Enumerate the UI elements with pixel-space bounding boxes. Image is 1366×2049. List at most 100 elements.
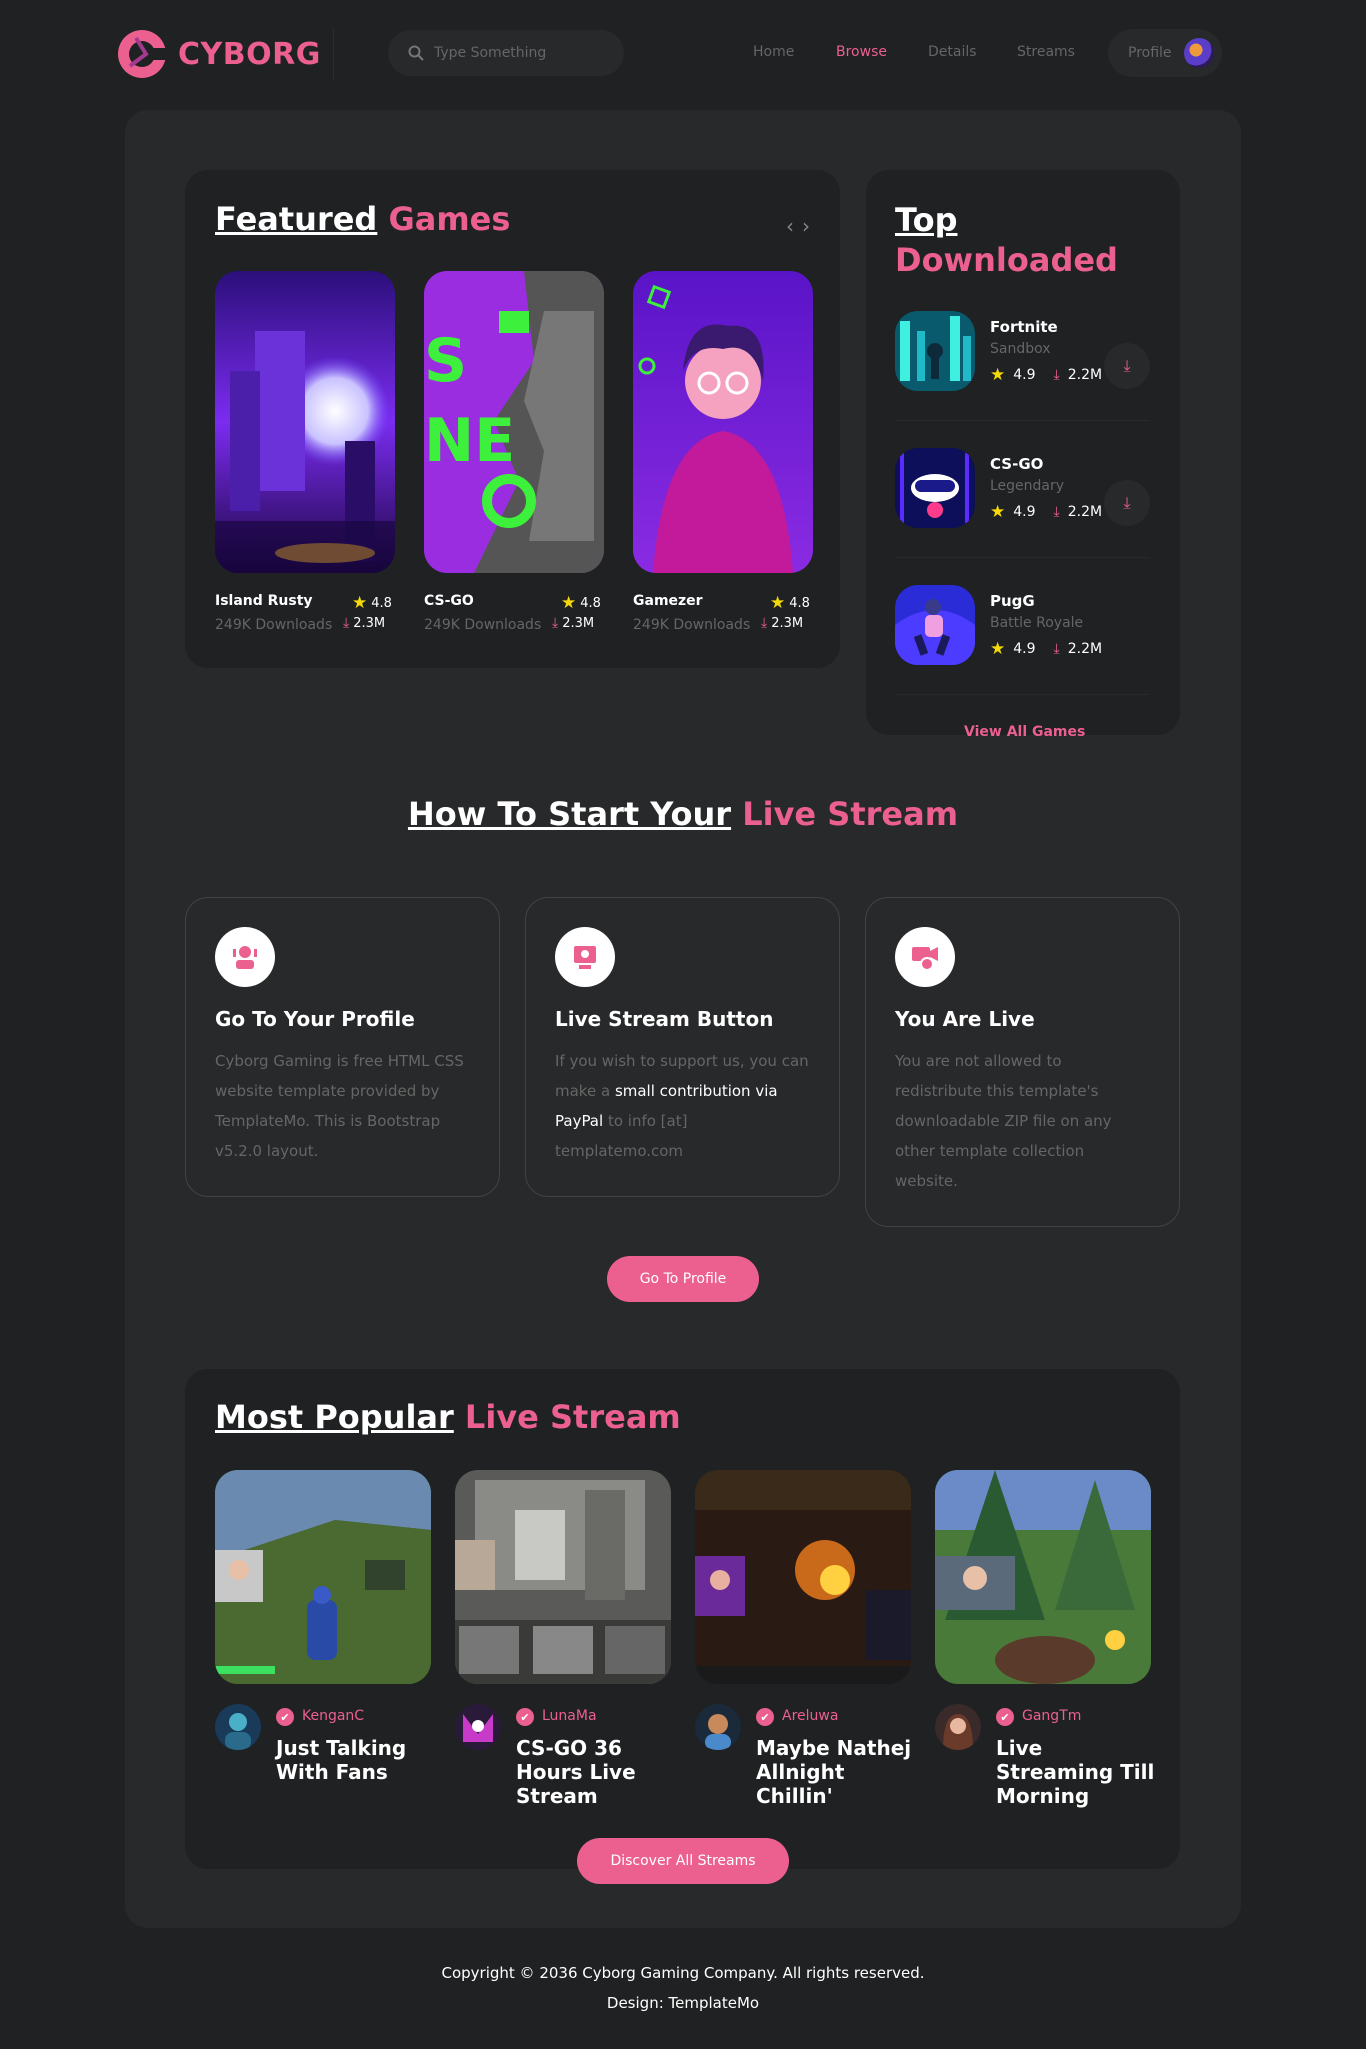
featured-game-image[interactable]	[633, 271, 813, 573]
step-title: You Are Live	[895, 1007, 1035, 1031]
step-text: If you wish to support us, you can make …	[555, 1052, 809, 1160]
featured-game-image[interactable]: S NE	[424, 271, 604, 573]
featured-game-name: CS-GO	[424, 593, 474, 609]
video-money-icon	[895, 927, 955, 987]
star-icon: ★	[990, 639, 1006, 659]
download-icon: ⤓	[1053, 641, 1060, 657]
game-name: Fortnite	[990, 318, 1058, 336]
prev-arrow-icon[interactable]: ‹	[786, 214, 794, 238]
game-category: Battle Royale	[990, 615, 1084, 631]
featured-game-downloads: 249K Downloads	[424, 617, 542, 633]
header-divider	[333, 28, 334, 80]
featured-game-image[interactable]	[215, 271, 395, 573]
game-thumbnail[interactable]	[895, 585, 975, 665]
stream-title[interactable]: Just Talking With Fans	[276, 1736, 436, 1784]
stream-thumbnail[interactable]	[215, 1470, 431, 1684]
stream-thumbnail[interactable]	[935, 1470, 1151, 1684]
featured-game-name: Island Rusty	[215, 593, 313, 609]
download-count: ⤓ 2.3M	[343, 615, 386, 631]
step-title: Go To Your Profile	[215, 1007, 415, 1031]
avatar	[1183, 38, 1214, 68]
streamer-name[interactable]: GangTm	[1022, 1708, 1081, 1724]
svg-text:NE: NE	[424, 406, 515, 476]
step-text: You are not allowed to redistribute this…	[895, 1052, 1112, 1190]
download-icon: ⤓	[552, 615, 559, 631]
go-to-profile-button[interactable]: Go To Profile	[607, 1256, 759, 1302]
profile-label: Profile	[1128, 45, 1172, 61]
download-button[interactable]: ⤓	[1104, 480, 1150, 526]
game-stats: ★ 4.9 ⤓ 2.2M	[990, 639, 1103, 659]
streamer-name[interactable]: KenganC	[302, 1708, 364, 1724]
verified-icon: ✔	[996, 1708, 1014, 1726]
game-thumbnail[interactable]	[895, 311, 975, 391]
star-icon: ★	[990, 502, 1006, 522]
download-count: ⤓ 2.3M	[761, 615, 804, 631]
nav-browse[interactable]: Browse	[836, 44, 887, 60]
stream-thumbnail[interactable]	[695, 1470, 911, 1684]
live-stream-icon	[555, 927, 615, 987]
featured-game-downloads: 249K Downloads	[633, 617, 751, 633]
game-stats: ★ 4.9 ⤓ 2.2M	[990, 502, 1103, 522]
profile-button[interactable]: Profile	[1108, 29, 1222, 77]
star-icon: ★	[770, 593, 786, 613]
svg-text:S: S	[424, 326, 467, 396]
search-input[interactable]	[434, 45, 594, 61]
divider	[895, 694, 1150, 695]
streamer-avatar[interactable]	[935, 1704, 981, 1750]
rating: ★ 4.8	[561, 593, 601, 613]
rating: ★ 4.8	[352, 593, 392, 613]
top-downloaded-title: Top Downloaded	[895, 201, 1118, 279]
nav-streams[interactable]: Streams	[1017, 44, 1075, 60]
rating: ★ 4.8	[770, 593, 810, 613]
streamer-avatar[interactable]	[695, 1704, 741, 1750]
cyborg-logo-icon	[118, 30, 168, 78]
download-icon: ⤓	[1123, 356, 1131, 375]
star-icon: ★	[990, 365, 1006, 385]
game-name: CS-GO	[990, 455, 1044, 473]
search-box[interactable]	[388, 30, 624, 76]
nav-details[interactable]: Details	[928, 44, 977, 60]
step-title: Live Stream Button	[555, 1007, 774, 1031]
profile-icon	[215, 927, 275, 987]
discover-all-streams-button[interactable]: Discover All Streams	[577, 1838, 789, 1884]
streamer-name[interactable]: Areluwa	[782, 1708, 838, 1724]
copyright-text: Copyright © 2036 Cyborg Gaming Company. …	[441, 1964, 925, 1982]
design-credit: Design: TemplateMo	[606, 1994, 760, 2012]
stream-title[interactable]: Live Streaming Till Morning	[996, 1736, 1156, 1808]
view-all-games-link[interactable]: View All Games	[964, 724, 1085, 740]
streamer-name[interactable]: LunaMa	[542, 1708, 597, 1724]
game-category: Legendary	[990, 478, 1065, 494]
verified-icon: ✔	[516, 1708, 534, 1726]
logo-text: CYBORG	[178, 36, 321, 72]
popular-title: Most Popular Live Stream	[215, 1398, 681, 1436]
streamer-avatar[interactable]	[455, 1704, 501, 1750]
carousel-arrows: ‹ ›	[786, 214, 810, 238]
divider	[895, 557, 1150, 558]
download-count: ⤓ 2.3M	[552, 615, 595, 631]
download-icon: ⤓	[761, 615, 768, 631]
download-icon: ⤓	[1123, 493, 1131, 512]
stream-title[interactable]: CS-GO 36 Hours Live Stream	[516, 1736, 676, 1808]
stream-title[interactable]: Maybe Nathej Allnight Chillin'	[756, 1736, 916, 1808]
nav-home[interactable]: Home	[753, 44, 794, 60]
stream-thumbnail[interactable]	[455, 1470, 671, 1684]
game-category: Sandbox	[990, 341, 1051, 357]
divider	[895, 420, 1150, 421]
step-text: Cyborg Gaming is free HTML CSS website t…	[215, 1052, 464, 1160]
featured-game-downloads: 249K Downloads	[215, 617, 333, 633]
game-thumbnail[interactable]	[895, 448, 975, 528]
featured-game-name: Gamezer	[633, 593, 703, 609]
download-icon: ⤓	[343, 615, 350, 631]
star-icon: ★	[352, 593, 368, 613]
star-icon: ★	[561, 593, 577, 613]
streamer-avatar[interactable]	[215, 1704, 261, 1750]
search-icon	[408, 45, 424, 61]
game-stats: ★ 4.9 ⤓ 2.2M	[990, 365, 1103, 385]
verified-icon: ✔	[756, 1708, 774, 1726]
download-icon: ⤓	[1053, 367, 1060, 383]
download-button[interactable]: ⤓	[1104, 343, 1150, 389]
next-arrow-icon[interactable]: ›	[802, 214, 810, 238]
featured-title: Featured Games	[215, 200, 511, 238]
how-to-title: How To Start Your Live Stream	[407, 795, 959, 833]
logo[interactable]: CYBORG	[116, 28, 321, 80]
